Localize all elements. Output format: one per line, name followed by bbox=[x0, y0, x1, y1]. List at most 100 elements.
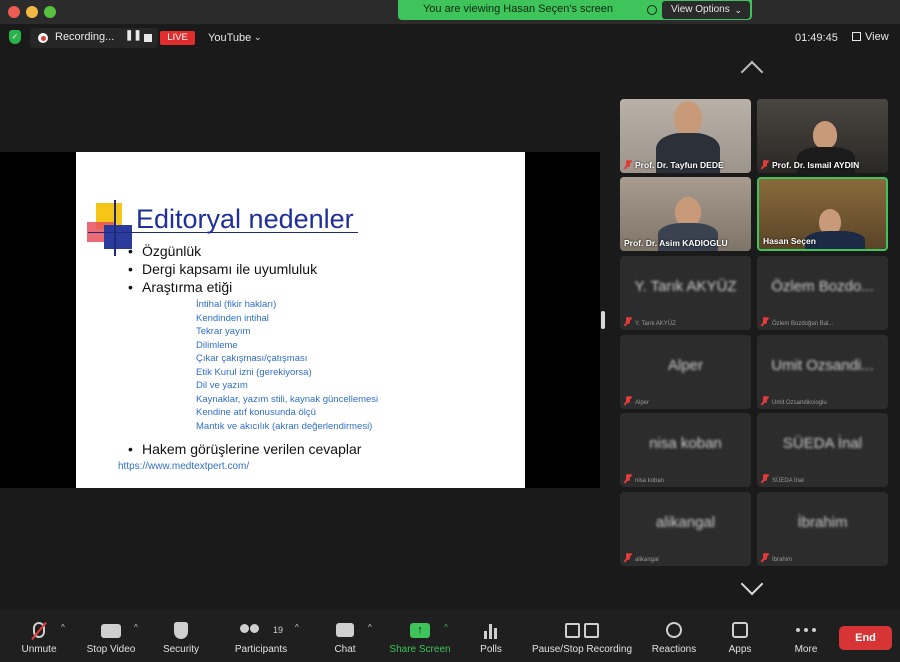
chat-options-caret-icon[interactable]: ^ bbox=[368, 623, 372, 632]
participant-name: Prof. Dr. Ismail AYDIN bbox=[761, 160, 859, 170]
pause-stop-recording-button[interactable]: Pause/Stop Recording bbox=[528, 610, 636, 662]
end-meeting-button[interactable]: End bbox=[839, 626, 892, 650]
slide-bullet: • Araştırma etiği bbox=[128, 279, 232, 295]
participant-name: Alper bbox=[624, 396, 649, 406]
participant-tile[interactable]: Prof. Dr. Tayfun DEDE bbox=[620, 99, 751, 173]
unmute-button[interactable]: Unmute bbox=[14, 610, 64, 662]
participant-name: Umit Ozsandikcioglu bbox=[761, 396, 827, 406]
reactions-button[interactable]: Reactions bbox=[648, 610, 700, 662]
mic-muted-icon bbox=[761, 160, 769, 169]
mic-muted-icon bbox=[761, 553, 769, 562]
title-bar: You are viewing Hasan Seçen's screen Vie… bbox=[0, 0, 900, 24]
slide-sub-item: Dilimleme bbox=[196, 340, 238, 351]
participant-tile[interactable]: İbrahim İbrahim bbox=[757, 492, 888, 566]
participant-tile[interactable]: Umit Ozsandi... Umit Ozsandikcioglu bbox=[757, 335, 888, 409]
bullet-text: Hakem görüşlerine verilen cevaplar bbox=[142, 441, 362, 457]
security-shield-icon[interactable]: ✓ bbox=[9, 30, 21, 44]
polls-button[interactable]: Polls bbox=[470, 610, 512, 662]
bullet-dot: • bbox=[128, 279, 133, 295]
participant-name: Özlem Bozdoğan Bal... bbox=[761, 317, 833, 327]
apps-button[interactable]: Apps bbox=[718, 610, 762, 662]
share-status-icon bbox=[647, 5, 657, 15]
mic-muted-icon bbox=[624, 474, 632, 483]
smiley-reaction-icon bbox=[666, 622, 682, 638]
gallery-up-arrow-icon[interactable] bbox=[738, 58, 770, 78]
recording-dot-icon bbox=[38, 33, 48, 43]
chat-button[interactable]: Chat bbox=[324, 610, 366, 662]
bullet-text: Özgünlük bbox=[142, 243, 202, 259]
participant-tile-active-speaker[interactable]: Hasan Seçen bbox=[757, 177, 888, 251]
minimize-window-button[interactable] bbox=[26, 6, 38, 18]
screen-share-banner: You are viewing Hasan Seçen's screen Vie… bbox=[398, 0, 752, 20]
view-button[interactable]: View bbox=[852, 31, 889, 43]
live-stream-target[interactable]: YouTube bbox=[208, 32, 251, 44]
pause-recording-button[interactable]: ❚❚ bbox=[125, 30, 142, 41]
slide-sub-item: Kendine atıf konusunda ölçü bbox=[196, 407, 316, 418]
view-options-button[interactable]: View Options ⌄ bbox=[662, 1, 750, 19]
bullet-text: Araştırma etiği bbox=[142, 279, 233, 295]
mic-muted-icon bbox=[761, 396, 769, 405]
mic-muted-icon bbox=[624, 396, 632, 405]
more-button[interactable]: More bbox=[784, 610, 828, 662]
share-screen-button[interactable]: ↑ Share Screen bbox=[386, 610, 454, 662]
participant-video bbox=[674, 101, 702, 135]
participant-name: nisa koban bbox=[624, 474, 664, 484]
participant-name: Prof. Dr. Tayfun DEDE bbox=[624, 160, 724, 170]
participant-tile[interactable]: Prof. Dr. Ismail AYDIN bbox=[757, 99, 888, 173]
participants-options-caret-icon[interactable]: ^ bbox=[295, 623, 299, 632]
gallery-down-arrow-icon[interactable] bbox=[738, 580, 770, 600]
bullet-dot: • bbox=[128, 441, 133, 457]
mic-muted-icon bbox=[624, 553, 632, 562]
participant-video bbox=[813, 121, 837, 149]
mic-muted-icon bbox=[761, 474, 769, 483]
more-dots-icon bbox=[796, 628, 816, 632]
mic-muted-icon bbox=[761, 317, 769, 326]
slide-sub-item: Mantık ve akıcılık (akran değerlendirmes… bbox=[196, 421, 373, 432]
view-label: View bbox=[865, 31, 889, 43]
participant-name: İbrahim bbox=[761, 553, 792, 563]
panel-resize-handle[interactable] bbox=[601, 311, 605, 329]
stop-video-button[interactable]: Stop Video bbox=[82, 610, 140, 662]
participant-tile[interactable]: Y. Tarık AKYÜZ Y. Tarık AKYÜZ bbox=[620, 256, 751, 330]
participant-tile[interactable]: Özlem Bozdo... Özlem Bozdoğan Bal... bbox=[757, 256, 888, 330]
more-label: More bbox=[794, 644, 818, 655]
polls-chart-icon bbox=[484, 624, 498, 639]
participant-name: Y. Tarık AKYÜZ bbox=[624, 317, 676, 327]
zoom-window-button[interactable] bbox=[44, 6, 56, 18]
participant-tile[interactable]: Alper Alper bbox=[620, 335, 751, 409]
participant-tile[interactable]: Prof. Dr. Asim KADIOGLU bbox=[620, 177, 751, 251]
participants-count: 19 bbox=[273, 625, 284, 635]
participant-tile[interactable]: SÜEDA İnal SÜEDA İnal bbox=[757, 413, 888, 487]
apps-icon bbox=[732, 622, 748, 638]
slide-sub-item: İntihal (fikir hakları) bbox=[196, 299, 277, 310]
share-options-caret-icon[interactable]: ^ bbox=[444, 623, 448, 632]
participant-name: Prof. Dr. Asim KADIOGLU bbox=[624, 238, 728, 248]
participant-tile[interactable]: alikangal alikangal bbox=[620, 492, 751, 566]
mic-muted-icon bbox=[624, 160, 632, 169]
polls-label: Polls bbox=[480, 644, 502, 655]
participants-icon bbox=[240, 624, 262, 638]
apps-label: Apps bbox=[728, 644, 752, 655]
participant-name: SÜEDA İnal bbox=[761, 474, 804, 484]
reactions-label: Reactions bbox=[651, 644, 697, 655]
stop-recording-button[interactable] bbox=[144, 34, 152, 42]
chevron-down-icon[interactable]: ⌄ bbox=[254, 32, 262, 43]
security-button[interactable]: Security bbox=[156, 610, 206, 662]
slide-sub-item: Çıkar çakışması/çatışması bbox=[196, 353, 308, 364]
participant-tile[interactable]: nisa koban nisa koban bbox=[620, 413, 751, 487]
video-options-caret-icon[interactable]: ^ bbox=[134, 623, 138, 632]
share-banner-text: You are viewing Hasan Seçen's screen bbox=[422, 3, 614, 15]
participants-button[interactable]: 19 Participants bbox=[228, 610, 294, 662]
close-window-button[interactable] bbox=[8, 6, 20, 18]
audio-options-caret-icon[interactable]: ^ bbox=[61, 623, 65, 632]
presentation-slide: Editoryal nedenler • Özgünlük • Dergi kaps… bbox=[76, 152, 525, 488]
zoom-window: You are viewing Hasan Seçen's screen Vie… bbox=[0, 0, 900, 662]
share-screen-icon: ↑ bbox=[410, 623, 430, 638]
bullet-dot: • bbox=[128, 261, 133, 277]
chat-bubble-icon bbox=[336, 623, 354, 637]
participant-name: Hasan Seçen bbox=[763, 236, 816, 246]
chat-label: Chat bbox=[334, 644, 356, 655]
mic-muted-icon bbox=[624, 317, 632, 326]
pause-stop-recording-label: Pause/Stop Recording bbox=[531, 644, 633, 655]
shared-screen: Editoryal nedenler • Özgünlük • Dergi kaps… bbox=[0, 152, 600, 488]
